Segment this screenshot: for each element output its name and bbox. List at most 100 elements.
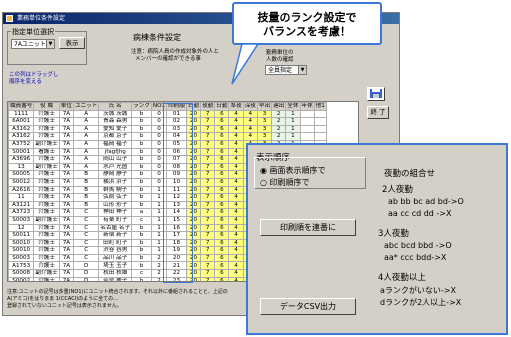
radio-print-order[interactable]: ○ 印刷順序で bbox=[260, 177, 310, 188]
table-cell[interactable]: C bbox=[72, 215, 100, 225]
table-cell[interactable]: 岡山 山子 bbox=[98, 155, 133, 164]
table-cell[interactable]: A bbox=[72, 109, 100, 119]
table-cell[interactable]: A bbox=[72, 132, 100, 141]
table-cell[interactable]: 7 bbox=[200, 185, 216, 195]
table-cell[interactable]: S0002 bbox=[8, 276, 35, 281]
table-cell[interactable]: C bbox=[72, 238, 100, 248]
table-cell[interactable]: S0003 bbox=[8, 215, 35, 225]
table-cell[interactable]: 7A bbox=[58, 117, 74, 126]
table-cell[interactable]: 2 bbox=[271, 132, 287, 141]
column-header[interactable]: 年休 bbox=[299, 102, 315, 111]
table-cell[interactable]: 介護士 bbox=[33, 109, 60, 119]
table-cell[interactable]: 介護士 bbox=[33, 177, 60, 187]
table-cell[interactable]: 6 bbox=[214, 177, 230, 187]
table-cell[interactable]: 横浜 浜子 bbox=[98, 177, 133, 187]
table-cell[interactable]: 4 bbox=[228, 208, 244, 217]
table-cell[interactable]: b bbox=[131, 200, 152, 210]
table-cell[interactable]: 7A bbox=[58, 124, 74, 134]
table-cell[interactable]: 4 bbox=[242, 124, 258, 134]
table-cell[interactable]: 有楽 町子 bbox=[98, 215, 133, 225]
table-cell[interactable]: A3162 bbox=[8, 124, 35, 134]
table-cell[interactable]: 7A bbox=[58, 223, 74, 233]
table-cell[interactable] bbox=[313, 117, 327, 126]
exit-button[interactable]: 終 了 bbox=[367, 106, 389, 119]
table-cell[interactable]: 介護士 bbox=[33, 124, 60, 134]
table-cell[interactable]: b bbox=[131, 162, 152, 172]
table-cell[interactable]: 6 bbox=[214, 261, 230, 271]
table-cell[interactable]: 副介護士 bbox=[33, 139, 60, 149]
table-cell[interactable]: 2 bbox=[271, 117, 287, 126]
table-cell[interactable]: B bbox=[72, 193, 100, 202]
table-cell[interactable]: 4 bbox=[228, 253, 244, 263]
table-cell[interactable]: A2616 bbox=[8, 185, 35, 195]
unit-combo[interactable]: 7Aユニット ▼ bbox=[11, 39, 55, 49]
table-cell[interactable]: 介護士 bbox=[33, 117, 60, 126]
table-cell[interactable]: 群馬 駒子 bbox=[98, 185, 133, 195]
table-cell[interactable]: 4 bbox=[228, 177, 244, 187]
table-cell[interactable]: 4 bbox=[228, 155, 244, 164]
table-cell[interactable]: 弘前 弘子 bbox=[98, 193, 133, 202]
table-cell[interactable]: 7 bbox=[200, 193, 216, 202]
table-cell[interactable]: S0001 bbox=[8, 147, 35, 157]
table-cell[interactable]: 7A bbox=[58, 200, 74, 210]
table-cell[interactable]: B bbox=[72, 177, 100, 187]
table-cell[interactable]: 7 bbox=[200, 132, 216, 141]
renumber-button[interactable]: 印刷順を連番に bbox=[260, 219, 356, 236]
table-cell[interactable]: 12 bbox=[8, 223, 35, 233]
table-cell[interactable]: 3 bbox=[256, 117, 273, 126]
table-cell[interactable]: 7A bbox=[58, 170, 74, 179]
table-cell[interactable]: 6 bbox=[214, 117, 230, 126]
table-cell[interactable]: b bbox=[131, 193, 152, 202]
table-cell[interactable]: c bbox=[131, 269, 152, 278]
table-cell[interactable]: 介護士 bbox=[33, 246, 60, 255]
table-cell[interactable]: 7A bbox=[58, 162, 74, 172]
table-cell[interactable]: b bbox=[131, 147, 152, 157]
table-cell[interactable]: 7A bbox=[58, 155, 74, 164]
table-cell[interactable]: A3696 bbox=[8, 155, 35, 164]
table-cell[interactable]: 3 bbox=[256, 132, 273, 141]
table-cell[interactable]: 6 bbox=[214, 208, 230, 217]
table-cell[interactable]: 4 bbox=[228, 193, 244, 202]
table-cell[interactable]: b bbox=[131, 261, 152, 271]
table-cell[interactable]: b bbox=[131, 238, 152, 248]
table-cell[interactable]: 4 bbox=[242, 109, 258, 119]
table-cell[interactable]: 6 bbox=[214, 147, 230, 157]
table-cell[interactable]: 介護士 bbox=[33, 253, 60, 263]
table-cell[interactable]: A bbox=[72, 117, 100, 126]
table-cell[interactable]: 6 bbox=[214, 132, 230, 141]
table-cell[interactable]: A bbox=[72, 139, 100, 149]
table-cell[interactable]: 2 bbox=[271, 109, 287, 119]
column-header[interactable]: 他1 bbox=[313, 102, 327, 111]
table-cell[interactable]: A bbox=[72, 147, 100, 157]
table-cell[interactable]: 4 bbox=[228, 215, 244, 225]
table-cell[interactable]: 7 bbox=[200, 155, 216, 164]
table-cell[interactable]: 京都 京子 bbox=[98, 132, 133, 141]
table-cell[interactable]: 6 bbox=[214, 155, 230, 164]
table-cell[interactable]: 7A bbox=[58, 139, 74, 149]
table-cell[interactable]: D bbox=[72, 269, 100, 278]
save-icon-button[interactable] bbox=[367, 87, 385, 101]
table-cell[interactable]: 青森 森男 bbox=[98, 117, 133, 126]
table-cell[interactable]: 3 bbox=[256, 124, 273, 134]
column-header[interactable]: ランク bbox=[131, 102, 152, 111]
table-cell[interactable]: 7A bbox=[58, 238, 74, 248]
table-cell[interactable]: 水戸 光圀 bbox=[98, 162, 133, 172]
table-cell[interactable]: 7 bbox=[200, 223, 216, 233]
table-cell[interactable]: 新宿 新子 bbox=[98, 231, 133, 240]
table-cell[interactable]: 4 bbox=[228, 109, 244, 119]
table-cell[interactable]: 7A bbox=[58, 276, 74, 281]
table-cell[interactable]: 7A bbox=[58, 246, 74, 255]
table-cell[interactable]: 6 bbox=[214, 215, 230, 225]
table-cell[interactable]: 介護士 bbox=[33, 208, 60, 217]
table-cell[interactable]: 6 bbox=[214, 109, 230, 119]
table-cell[interactable]: 茨城 茨城 bbox=[98, 109, 133, 119]
table-cell[interactable]: 品川 品子 bbox=[98, 253, 133, 263]
column-header[interactable]: 役 職 bbox=[33, 102, 60, 111]
table-cell[interactable]: 6 bbox=[214, 162, 230, 172]
table-cell[interactable]: A3162 bbox=[8, 132, 35, 141]
table-cell[interactable]: 1 bbox=[285, 117, 301, 126]
table-cell[interactable] bbox=[313, 124, 327, 134]
table-cell[interactable]: 7A bbox=[58, 231, 74, 240]
table-cell[interactable]: S0011 bbox=[8, 231, 35, 240]
table-cell[interactable]: 看護士 bbox=[33, 147, 60, 157]
